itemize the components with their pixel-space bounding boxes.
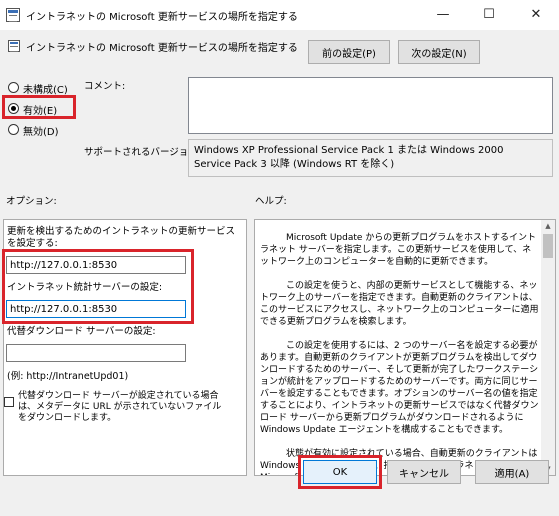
radio-label: 未構成(C) xyxy=(23,85,68,96)
update-service-label: 更新を検出するためのイントラネットの更新サービスを設定する: xyxy=(7,226,236,249)
help-paragraph: この設定を使うと、内部の更新サービスとして機能する、ネットワーク上のサーバーを指… xyxy=(260,281,539,327)
help-scrollbar[interactable]: ▲ ▼ xyxy=(541,220,555,475)
maximize-button[interactable]: ☐ xyxy=(466,0,512,30)
example-text: (例: http://IntranetUpd01) xyxy=(7,371,129,382)
supported-on-text: Windows XP Professional Service Pack 1 ま… xyxy=(194,145,504,170)
close-button[interactable]: ✕ xyxy=(513,0,559,30)
supported-on-label: サポートされるバージョン: xyxy=(84,147,202,158)
comment-label: コメント: xyxy=(84,81,126,92)
policy-app-icon xyxy=(6,8,20,22)
radio-indicator xyxy=(8,124,19,135)
cancel-button[interactable]: キャンセル xyxy=(387,460,461,484)
ok-highlight-box xyxy=(298,455,382,489)
server-inputs-highlight-box xyxy=(2,249,194,324)
radio-label: 無効(D) xyxy=(23,127,59,138)
download-without-url-label: 代替ダウンロード サーバーが設定されている場合は、メタデータに URL が示され… xyxy=(18,391,222,423)
alt-download-input[interactable] xyxy=(6,344,186,362)
comment-textarea[interactable] xyxy=(188,77,553,134)
help-heading: ヘルプ: xyxy=(255,196,287,207)
window-title: イントラネットの Microsoft 更新サービスの場所を指定する xyxy=(26,12,298,23)
next-setting-button[interactable]: 次の設定(N) xyxy=(398,40,480,64)
previous-setting-button[interactable]: 前の設定(P) xyxy=(308,40,390,64)
scroll-thumb[interactable] xyxy=(543,234,553,258)
enabled-highlight-box xyxy=(2,95,76,119)
help-paragraph: Microsoft Update からの更新プログラムをホストするイントラネット… xyxy=(260,233,537,267)
download-without-url-checkbox[interactable] xyxy=(4,397,14,407)
title-bar: イントラネットの Microsoft 更新サービスの場所を指定する — ☐ ✕ xyxy=(0,0,559,30)
options-heading: オプション: xyxy=(6,196,57,207)
options-scrollbar[interactable] xyxy=(232,220,246,475)
help-paragraph: この設定を使用するには、2 つのサーバー名を設定する必要があります。自動更新のク… xyxy=(260,341,539,435)
apply-button[interactable]: 適用(A) xyxy=(475,460,549,484)
radio-disabled[interactable]: 無効(D) xyxy=(8,122,88,138)
alt-download-label: 代替ダウンロード サーバーの設定: xyxy=(7,326,156,337)
scroll-up-arrow-icon[interactable]: ▲ xyxy=(541,222,555,230)
policy-setting-icon xyxy=(8,40,20,52)
help-panel: Microsoft Update からの更新プログラムをホストするイントラネット… xyxy=(254,219,556,476)
help-text: Microsoft Update からの更新プログラムをホストするイントラネット… xyxy=(260,232,540,475)
radio-indicator xyxy=(8,82,19,93)
radio-not-configured[interactable]: 未構成(C) xyxy=(8,80,88,96)
policy-title: イントラネットの Microsoft 更新サービスの場所を指定する xyxy=(26,43,298,54)
minimize-button[interactable]: — xyxy=(420,0,466,30)
